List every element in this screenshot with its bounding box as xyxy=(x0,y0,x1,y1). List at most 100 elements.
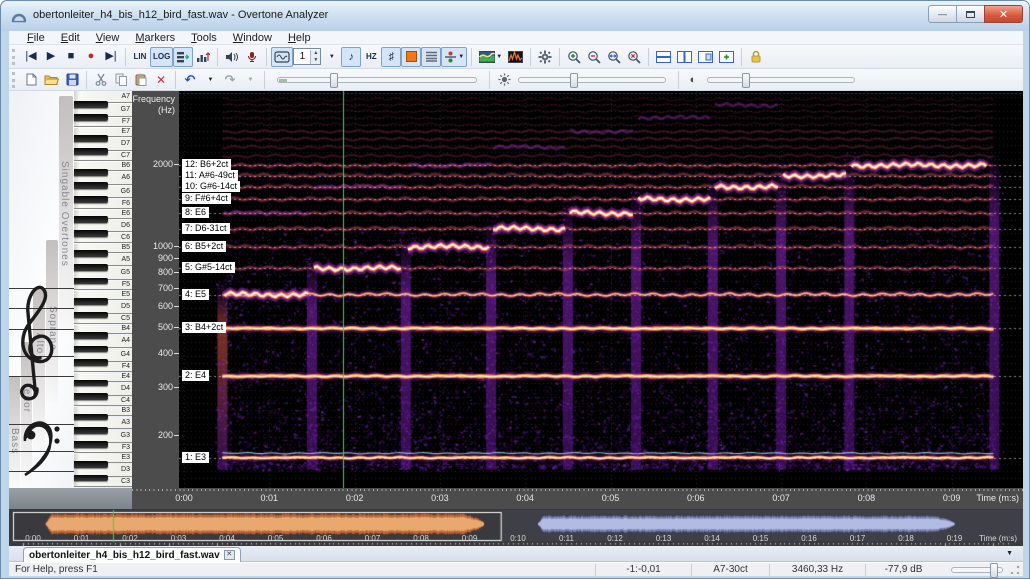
overtone-marker-label[interactable]: 5: G#5-14ct xyxy=(182,262,236,274)
piano-black-key[interactable] xyxy=(74,216,108,224)
spectrogram-panel[interactable]: 12: B6+2ct 11: A#6-49ct 10: G#6-14ct 9: F#6… xyxy=(179,91,1023,488)
contrast-slider[interactable] xyxy=(707,72,855,88)
cut-button[interactable] xyxy=(91,70,111,90)
title-bar[interactable]: obertonleiter_h4_bis_h12_bird_fast.wav -… xyxy=(1,1,1029,31)
sharp-notation-toggle[interactable]: ♯ xyxy=(381,46,402,67)
overtone-marker-label[interactable]: 9: F#6+4ct xyxy=(182,193,231,205)
piano-black-key[interactable] xyxy=(74,230,108,237)
settings-gear-button[interactable] xyxy=(535,47,555,67)
piano-black-key[interactable] xyxy=(74,250,108,258)
toolbar-grip[interactable] xyxy=(12,71,17,88)
layout-split-horizontal-button[interactable] xyxy=(653,47,674,67)
octave-spinbox[interactable]: 1 ▲ ▼ xyxy=(293,48,322,65)
save-file-button[interactable] xyxy=(62,70,82,90)
palette-dropdown[interactable]: ▼ xyxy=(496,54,502,60)
redo-button[interactable]: ↷ xyxy=(220,70,240,90)
redo-dropdown[interactable]: ▼ xyxy=(240,70,260,90)
play-button[interactable]: ▶ xyxy=(41,47,61,67)
overtone-marker-label[interactable]: 2: E4 xyxy=(182,370,210,382)
log-scale-toggle[interactable]: LOG xyxy=(150,46,174,67)
paste-button[interactable] xyxy=(131,70,151,90)
minimize-button[interactable]: — xyxy=(928,5,957,23)
menu-markers[interactable]: Markers xyxy=(127,31,183,45)
linear-scale-toggle[interactable]: LIN xyxy=(130,47,150,67)
marker-color-button[interactable] xyxy=(401,46,422,67)
note-names-toggle[interactable]: ♪ xyxy=(341,46,362,67)
menu-edit[interactable]: Edit xyxy=(53,31,88,45)
piano-black-key[interactable] xyxy=(74,461,108,468)
marker-split-dropdown[interactable]: ▼ xyxy=(458,54,464,60)
overview-canvas[interactable] xyxy=(9,509,1023,546)
toolbar-grip[interactable] xyxy=(12,48,17,65)
piano-black-key[interactable] xyxy=(74,134,108,142)
piano-black-key[interactable] xyxy=(74,196,108,203)
spectrum-view-button[interactable] xyxy=(505,47,526,67)
zoom-reset-button[interactable] xyxy=(624,47,644,67)
delete-button[interactable]: ✕ xyxy=(151,70,171,90)
overtone-marker-label[interactable]: 10: G#6-14ct xyxy=(182,180,241,192)
menu-view[interactable]: View xyxy=(88,31,128,45)
zoom-in-button[interactable] xyxy=(564,47,584,67)
hz-toggle[interactable]: HZ xyxy=(361,47,381,67)
piano-black-key[interactable] xyxy=(74,440,108,448)
document-tab[interactable]: obertonleiter_h4_bis_h12_bird_fast.wav ✕ xyxy=(23,547,241,562)
stop-button[interactable]: ■ xyxy=(61,47,81,67)
overtone-marker-label[interactable]: 1: E3 xyxy=(182,451,210,463)
piano-black-key[interactable] xyxy=(74,331,108,339)
piano-black-key[interactable] xyxy=(74,182,108,190)
zoom-fit-width-button[interactable] xyxy=(604,47,624,67)
piano-black-key[interactable] xyxy=(74,359,108,366)
overtone-marker-label[interactable]: 7: D6-31ct xyxy=(182,222,230,234)
mic-mute-button[interactable] xyxy=(242,47,262,67)
piano-black-key[interactable] xyxy=(74,148,108,156)
overtone-marker-label[interactable]: 3: B4+2ct xyxy=(182,322,227,334)
piano-black-key[interactable] xyxy=(74,427,108,434)
speaker-button[interactable] xyxy=(222,47,242,67)
piano-black-key[interactable] xyxy=(74,345,108,353)
overview-panel[interactable]: Time (m:s) 0:00 0:01 0:02 0:03 0:04 0:05 0:06 0… xyxy=(9,509,1023,546)
waveform-view-toggle[interactable] xyxy=(271,46,294,67)
palette-button[interactable]: ▼ xyxy=(476,47,505,67)
brightness-slider[interactable] xyxy=(518,72,666,88)
piano-black-key[interactable] xyxy=(74,379,108,387)
tab-list-dropdown-icon[interactable]: ▼ xyxy=(1006,550,1013,557)
undo-button[interactable]: ↶ xyxy=(180,70,200,90)
time-zoom-slider[interactable] xyxy=(277,72,477,88)
copy-button[interactable] xyxy=(111,70,131,90)
undo-dropdown[interactable]: ▼ xyxy=(200,70,220,90)
layout-add-view-button[interactable] xyxy=(716,47,737,67)
marker-split-button[interactable]: ▼ xyxy=(441,46,468,67)
spin-up-icon[interactable]: ▲ xyxy=(311,49,321,57)
menu-help[interactable]: Help xyxy=(280,31,319,45)
piano-black-key[interactable] xyxy=(74,393,108,400)
piano-black-key[interactable] xyxy=(74,277,108,285)
zoom-out-button[interactable] xyxy=(584,47,604,67)
record-button[interactable]: ● xyxy=(81,47,101,67)
spin-down-icon[interactable]: ▼ xyxy=(311,56,321,64)
menu-tools[interactable]: Tools xyxy=(183,31,225,45)
piano-black-key[interactable] xyxy=(74,474,108,482)
overtone-marker-label[interactable]: 6: B5+2ct xyxy=(182,240,227,252)
overtone-marker-label[interactable]: 11: A#6-49ct xyxy=(182,169,238,181)
piano-range-button[interactable] xyxy=(173,46,194,67)
maximize-button[interactable] xyxy=(956,5,985,23)
grid-lines-toggle[interactable] xyxy=(421,46,442,67)
menu-file[interactable]: File xyxy=(19,31,53,45)
piano-black-key[interactable] xyxy=(74,100,108,108)
piano-black-key[interactable] xyxy=(74,297,108,305)
skip-end-button[interactable]: ▶| xyxy=(101,47,121,67)
piano-black-key[interactable] xyxy=(74,264,108,271)
new-file-button[interactable] xyxy=(21,70,41,90)
overtone-marker-label[interactable]: 4: E5 xyxy=(182,288,210,300)
layout-detach-button[interactable] xyxy=(695,47,716,67)
octave-dropdown[interactable]: ▼ xyxy=(321,47,341,67)
status-zoom-slider[interactable] xyxy=(951,562,1003,578)
lock-layout-button[interactable] xyxy=(746,47,766,67)
resize-grip[interactable] xyxy=(1009,563,1021,576)
menu-window[interactable]: Window xyxy=(225,31,280,45)
tab-close-icon[interactable]: ✕ xyxy=(223,550,235,560)
overtone-marker-label[interactable]: 8: E6 xyxy=(182,207,210,219)
spectrogram-canvas[interactable] xyxy=(179,91,1023,488)
piano-black-key[interactable] xyxy=(74,413,108,421)
piano-black-key[interactable] xyxy=(74,311,108,319)
